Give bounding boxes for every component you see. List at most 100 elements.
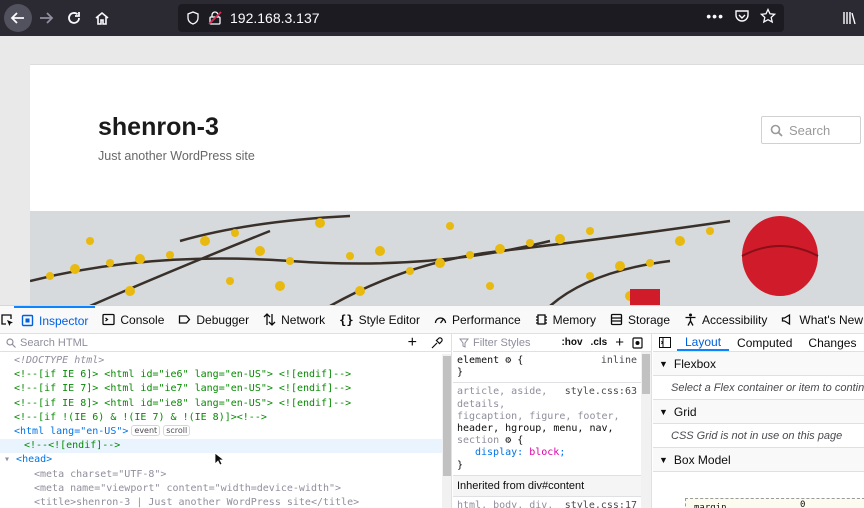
event-badge[interactable]: event (131, 425, 161, 437)
element-rule-source: inline (600, 355, 637, 366)
rule-selector-line: header, hgroup, menu, nav, (457, 423, 614, 435)
html-body-rule[interactable]: html, body, div, style.css:17 (453, 497, 651, 508)
browser-toolbar: 192.168.3.137 ••• (0, 0, 864, 36)
flexbox-section-header[interactable]: ▼ Flexbox (653, 352, 864, 376)
library-icon[interactable] (836, 4, 864, 32)
element-picker-button[interactable] (0, 306, 14, 333)
sidebar-tabbar: Layout Computed Changes (653, 334, 864, 352)
tab-inspector[interactable]: Inspector (14, 306, 96, 333)
inspector-icon (21, 314, 34, 327)
blossom-branches-image (30, 211, 864, 306)
margin-label: margin (694, 503, 727, 508)
network-icon (263, 313, 276, 326)
bookmark-star-icon[interactable] (760, 8, 776, 24)
class-toggle[interactable]: .cls (591, 337, 608, 348)
print-media-icon[interactable] (632, 336, 643, 349)
element-rule[interactable]: element ⚙ { inline } (453, 352, 651, 384)
add-node-icon[interactable]: + (408, 334, 417, 351)
rule-source-link[interactable]: style.css:17 (565, 500, 637, 508)
head-node[interactable]: ▾ <head> (4, 453, 451, 467)
rule-selector-line: section (457, 435, 500, 447)
tab-accessibility[interactable]: Accessibility (677, 306, 774, 333)
rules-scrollbar[interactable] (641, 352, 651, 508)
more-actions-icon[interactable]: ••• (706, 8, 724, 24)
site-search-input[interactable]: Search (761, 116, 861, 144)
debugger-icon (179, 315, 191, 324)
home-icon (95, 11, 109, 25)
margin-top-value[interactable]: 0 (800, 500, 805, 508)
whats-new-icon (782, 313, 791, 326)
markup-toolbar: Search HTML + (0, 334, 451, 352)
comment-node-ie7[interactable]: <!--[if IE 7]> <html id="ie7" lang="en-U… (14, 382, 451, 396)
property-name[interactable]: display (475, 447, 517, 458)
article-rule[interactable]: article, aside, style.css:63 details, fi… (453, 383, 651, 476)
storage-icon (610, 313, 623, 326)
tab-storage[interactable]: Storage (603, 306, 677, 333)
search-html-input[interactable]: Search HTML (6, 337, 408, 349)
console-icon (102, 313, 116, 326)
tab-changes[interactable]: Changes (800, 334, 864, 351)
arrow-right-icon (40, 12, 54, 24)
markup-scrollbar[interactable] (442, 354, 451, 508)
tab-performance[interactable]: Performance (427, 306, 528, 333)
gear-icon[interactable]: ⚙ (505, 355, 511, 366)
accessibility-icon (685, 313, 696, 326)
comment-node-notie[interactable]: <!--[if !(IE 6) & !(IE 7) & !(IE 8)]><!-… (14, 411, 451, 425)
property-value[interactable]: block (529, 447, 559, 458)
header-image (30, 211, 864, 306)
tab-style-editor[interactable]: {} Style Editor (332, 306, 427, 333)
html-node-tag: <html lang="en-US"> (14, 426, 129, 438)
forward-button[interactable] (32, 4, 60, 32)
memory-icon (535, 314, 547, 325)
margin-box[interactable]: margin 0 (685, 498, 864, 508)
markup-tree[interactable]: <!DOCTYPE html> <!--[if IE 6]> <html id=… (0, 352, 451, 508)
site-description: Just another WordPress site (98, 149, 255, 163)
reload-button[interactable] (60, 4, 88, 32)
hover-state-toggle[interactable]: :hov (561, 337, 582, 348)
tab-network[interactable]: Network (256, 306, 332, 333)
filter-styles-input[interactable]: Filter Styles (459, 337, 561, 349)
home-button[interactable] (88, 4, 116, 32)
scroll-badge[interactable]: scroll (163, 425, 191, 437)
html-node[interactable]: <html lang="en-US"> event scroll (14, 425, 451, 439)
add-rule-icon[interactable]: + (615, 334, 624, 351)
comment-node-ie6[interactable]: <!--[if IE 6]> <html id="ie6" lang="en-U… (14, 368, 451, 382)
collapse-arrow-icon: ▼ (659, 358, 668, 369)
tab-computed[interactable]: Computed (729, 334, 800, 351)
pocket-icon[interactable] (734, 8, 750, 24)
expand-arrow-icon[interactable]: ▾ (4, 454, 16, 465)
doctype-node[interactable]: <!DOCTYPE html> (14, 354, 451, 368)
rules-toolbar: Filter Styles :hov .cls + (453, 334, 651, 352)
url-bar[interactable]: 192.168.3.137 ••• (178, 4, 784, 32)
tab-console[interactable]: Console (95, 306, 171, 333)
search-icon (770, 124, 783, 137)
mouse-cursor-icon (214, 452, 224, 466)
shield-icon[interactable] (186, 11, 200, 25)
performance-icon (434, 317, 447, 324)
title-node[interactable]: <title>shenron-3 | Just another WordPres… (14, 496, 451, 508)
box-model-section-header[interactable]: ▼ Box Model (653, 448, 864, 472)
rule-source-link[interactable]: style.css:63 (565, 386, 637, 398)
search-placeholder: Search (789, 122, 831, 138)
back-button[interactable] (4, 4, 32, 32)
tab-layout[interactable]: Layout (677, 334, 730, 351)
collapse-arrow-icon: ▼ (659, 406, 668, 417)
tab-memory[interactable]: Memory (528, 306, 603, 333)
tab-debugger[interactable]: Debugger (171, 306, 256, 333)
url-text: 192.168.3.137 (230, 10, 320, 26)
toggle-sidebar-button[interactable] (653, 334, 677, 351)
meta-viewport-node[interactable]: <meta name="viewport" content="width=dev… (14, 482, 451, 496)
insecure-lock-icon[interactable] (208, 11, 222, 25)
gear-icon[interactable]: ⚙ (505, 435, 511, 446)
inherited-header: Inherited from div#content (453, 475, 651, 497)
rule-selector-line: figcaption, figure, footer, (457, 410, 620, 422)
site-title[interactable]: shenron-3 (98, 113, 219, 142)
grid-section-header[interactable]: ▼ Grid (653, 400, 864, 424)
tab-whats-new[interactable]: What's New (774, 306, 864, 333)
selected-comment-node[interactable]: <!--<![endif]--> (0, 439, 451, 454)
meta-charset-node[interactable]: <meta charset="UTF-8"> (14, 468, 451, 482)
comment-node-ie8[interactable]: <!--[if IE 8]> <html id="ie8" lang="en-U… (14, 397, 451, 411)
eyedropper-icon[interactable] (431, 336, 443, 349)
filter-icon (459, 338, 469, 348)
element-selector: element (457, 355, 500, 366)
